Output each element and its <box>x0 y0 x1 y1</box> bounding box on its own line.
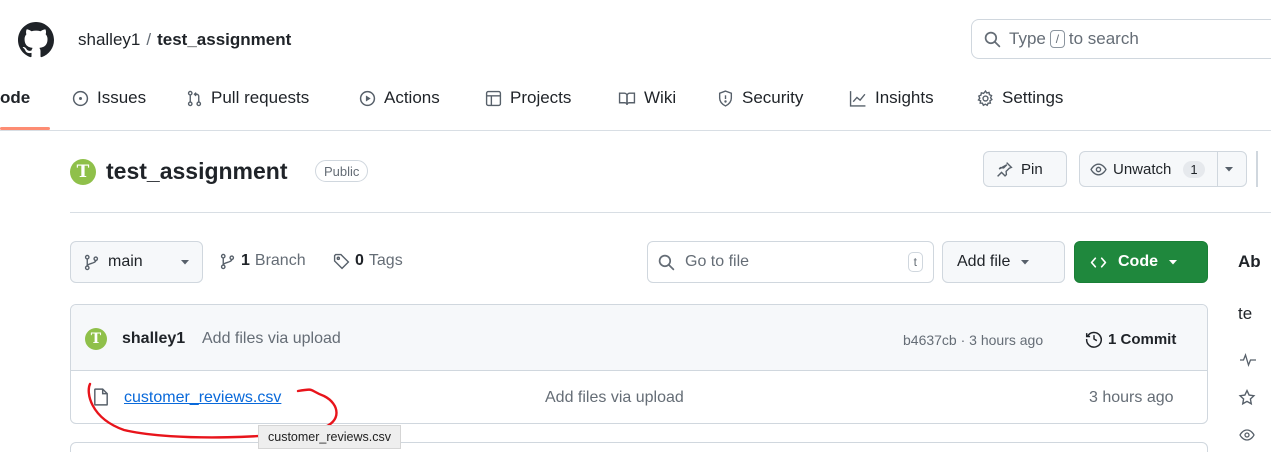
tag-count: 0 <box>355 252 364 269</box>
branch-count: 1 <box>241 252 250 269</box>
tag-word: Tags <box>368 252 403 269</box>
branch-selector[interactable]: main <box>70 241 203 283</box>
watch-count: 1 <box>1183 160 1205 178</box>
go-to-file-input[interactable]: Go to file t <box>647 241 934 283</box>
tab-pull-requests[interactable]: Pull requests <box>186 88 309 108</box>
commit-count-label: 1 Commit <box>1108 330 1177 348</box>
git-pull-request-icon <box>186 90 203 107</box>
tags-link[interactable]: 0 Tags <box>333 252 403 270</box>
tab-projects-label: Projects <box>510 88 572 107</box>
tab-insights[interactable]: Insights <box>849 88 934 108</box>
pin-button[interactable]: Pin <box>983 151 1067 187</box>
owner-link[interactable]: shalley1 <box>78 30 140 49</box>
tab-settings[interactable]: Settings <box>977 88 1063 108</box>
tab-actions-label: Actions <box>384 88 440 107</box>
eye-icon <box>1090 161 1107 178</box>
code-label: Code <box>1118 253 1158 270</box>
add-file-label: Add file <box>957 253 1011 270</box>
unwatch-label: Unwatch <box>1113 160 1172 178</box>
about-heading: Ab <box>1238 252 1261 271</box>
triangle-down-icon <box>1168 257 1178 267</box>
tab-code[interactable]: ode <box>0 88 30 108</box>
readme-box-edge <box>70 442 1208 452</box>
repo-link[interactable]: test_assignment <box>157 30 291 49</box>
repo-nav: ode Issues Pull requests Actions Project… <box>0 78 1271 130</box>
branch-name: main <box>108 253 143 270</box>
eye-icon[interactable] <box>1238 427 1256 443</box>
file-commit-time: 3 hours ago <box>1089 389 1174 406</box>
pin-label: Pin <box>1021 160 1043 178</box>
git-branch-icon <box>219 253 236 270</box>
commit-author[interactable]: shalley1 <box>122 330 185 348</box>
breadcrumb-separator: / <box>146 30 152 49</box>
pin-icon <box>996 161 1013 178</box>
tab-settings-label: Settings <box>1002 88 1064 107</box>
play-icon <box>359 90 376 107</box>
activity-icon[interactable] <box>1238 352 1258 368</box>
triangle-down-icon <box>1020 257 1030 267</box>
graph-icon <box>849 90 867 107</box>
go-to-file-shortcut: t <box>907 252 923 272</box>
file-commit-message[interactable]: Add files via upload <box>545 389 684 407</box>
search-prefix: Type <box>1009 29 1046 48</box>
gear-icon <box>977 89 994 107</box>
latest-commit-bar: T shalley1 Add files via upload b4637cb … <box>71 305 1207 371</box>
triangle-down-icon[interactable] <box>1224 164 1234 174</box>
nav-divider <box>0 130 1271 131</box>
add-file-button[interactable]: Add file <box>942 241 1065 283</box>
branch-word: Branch <box>254 252 306 269</box>
tab-pull-requests-label: Pull requests <box>211 88 310 107</box>
tab-issues-label: Issues <box>97 88 147 107</box>
table-icon <box>485 90 502 107</box>
git-branch-icon <box>83 254 100 271</box>
tab-actions[interactable]: Actions <box>359 88 440 108</box>
search-icon <box>984 31 1001 48</box>
visibility-badge: Public <box>315 160 369 182</box>
breadcrumb: shalley1 / test_assignment <box>78 30 291 50</box>
commits-link[interactable]: 1 Commit <box>1085 330 1176 348</box>
tab-security-label: Security <box>742 88 804 107</box>
triangle-down-icon <box>180 257 190 267</box>
tab-code-label: ode <box>0 88 31 107</box>
unwatch-button[interactable]: Unwatch 1 <box>1079 151 1247 187</box>
code-button[interactable]: Code <box>1074 241 1208 283</box>
search-suffix: to search <box>1068 29 1139 48</box>
tab-wiki[interactable]: Wiki <box>618 88 676 108</box>
title-divider <box>70 212 1271 213</box>
branches-link[interactable]: 1 Branch <box>219 252 306 270</box>
star-button-edge[interactable] <box>1256 151 1258 187</box>
commit-sha-time[interactable]: b4637cb · 3 hours ago <box>903 332 1043 348</box>
book-icon <box>618 90 636 107</box>
commit-author-avatar[interactable]: T <box>85 328 107 350</box>
file-name-tooltip: customer_reviews.csv <box>258 425 401 449</box>
tag-icon <box>333 253 350 270</box>
commit-message[interactable]: Add files via upload <box>202 330 341 348</box>
tab-insights-label: Insights <box>875 88 934 107</box>
search-icon <box>658 254 675 271</box>
search-input[interactable]: Type / to search <box>971 19 1271 59</box>
about-description: te <box>1238 304 1253 323</box>
star-icon[interactable] <box>1238 389 1256 406</box>
github-logo-icon[interactable] <box>18 22 54 58</box>
repo-owner-avatar: T <box>70 159 96 185</box>
shield-icon <box>717 89 734 107</box>
unwatch-split-divider <box>1216 152 1218 186</box>
code-icon <box>1089 254 1108 271</box>
tab-issues[interactable]: Issues <box>72 88 146 108</box>
history-icon <box>1085 330 1103 348</box>
repo-title[interactable]: test_assignment <box>106 158 288 185</box>
tab-wiki-label: Wiki <box>644 88 677 107</box>
search-shortcut-key: / <box>1049 30 1065 48</box>
tab-projects[interactable]: Projects <box>485 88 571 108</box>
tab-security[interactable]: Security <box>717 88 803 108</box>
go-to-file-placeholder: Go to file <box>685 253 750 270</box>
issue-opened-icon <box>72 90 89 107</box>
